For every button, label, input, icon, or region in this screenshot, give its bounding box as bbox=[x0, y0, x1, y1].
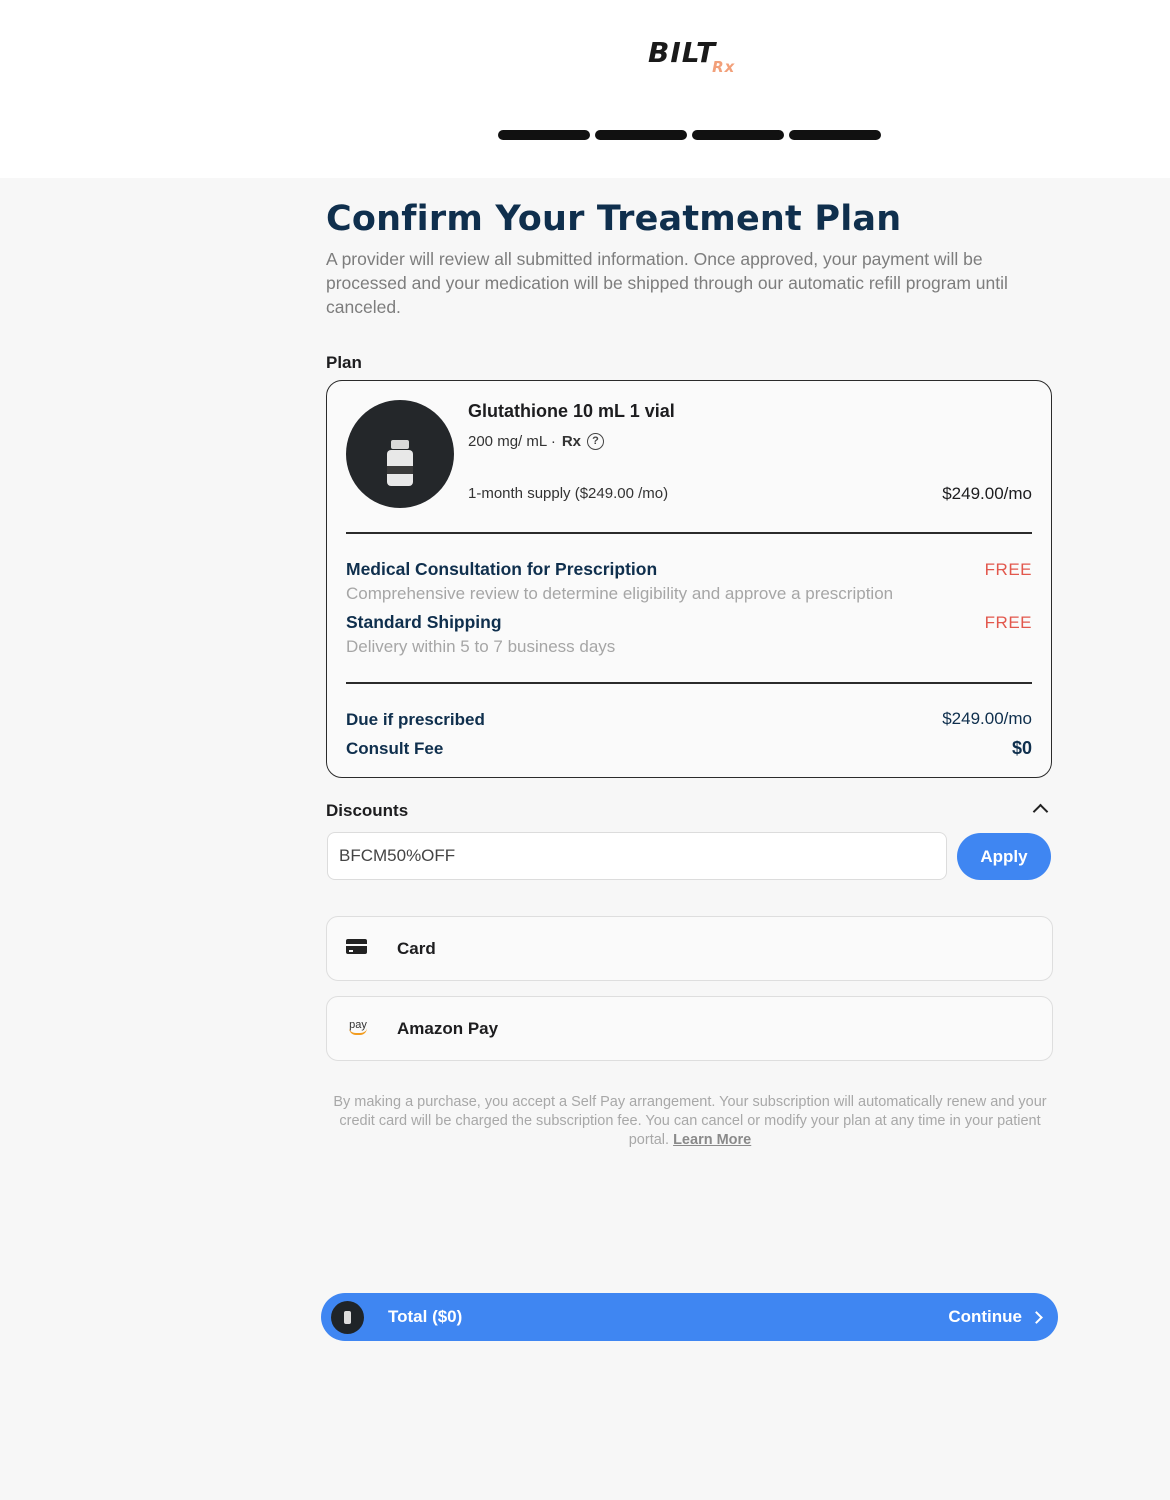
plan-card: Glutathione 10 mL 1 vial 200 mg/ mL · Rx… bbox=[326, 380, 1052, 778]
progress-bar bbox=[498, 130, 881, 140]
credit-card-icon bbox=[346, 939, 367, 954]
apply-button[interactable]: Apply bbox=[957, 833, 1051, 880]
help-icon[interactable]: ? bbox=[587, 433, 604, 450]
progress-step-1 bbox=[498, 130, 590, 140]
progress-step-4 bbox=[789, 130, 881, 140]
learn-more-link[interactable]: Learn More bbox=[673, 1132, 751, 1148]
product-name: Glutathione 10 mL 1 vial bbox=[468, 401, 675, 421]
top-bar: BILTRx bbox=[0, 0, 1170, 178]
logo-text: BILT bbox=[648, 36, 717, 69]
chevron-up-icon[interactable] bbox=[1032, 803, 1049, 820]
product-vial-image bbox=[346, 400, 454, 508]
consult-fee-value: $0 bbox=[1011, 738, 1032, 758]
plan-section-label: Plan bbox=[326, 353, 362, 372]
page-title: Confirm Your Treatment Plan bbox=[326, 199, 902, 239]
consultation-free-badge: FREE bbox=[984, 560, 1032, 579]
product-dose: 200 mg/ mL · Rx ? bbox=[468, 433, 604, 450]
payment-option-label: Amazon Pay bbox=[397, 1019, 499, 1038]
amazon-pay-icon-text: pay bbox=[349, 1019, 367, 1031]
shipping-free-badge: FREE bbox=[984, 613, 1032, 632]
discount-code-input[interactable] bbox=[327, 832, 947, 880]
consultation-description: Comprehensive review to determine eligib… bbox=[346, 584, 894, 603]
shipping-title: Standard Shipping bbox=[346, 612, 502, 632]
page-subtitle: A provider will review all submitted inf… bbox=[326, 249, 1008, 317]
due-label: Due if prescribed bbox=[346, 710, 485, 729]
rx-label: Rx bbox=[561, 433, 581, 450]
discounts-section-label: Discounts bbox=[326, 801, 409, 820]
progress-step-3 bbox=[692, 130, 784, 140]
payment-option-label: Card bbox=[397, 939, 436, 958]
dose-text: 200 mg/ mL · bbox=[468, 433, 556, 450]
product-thumbnail bbox=[331, 1301, 364, 1334]
checkout-bar[interactable]: Total ($0) Continue bbox=[321, 1293, 1058, 1341]
due-value: $249.00/mo bbox=[942, 709, 1032, 728]
divider bbox=[346, 532, 1032, 534]
logo-suffix: Rx bbox=[712, 58, 736, 76]
progress-step-2 bbox=[595, 130, 687, 140]
supply-text: 1-month supply ($249.00 /mo) bbox=[468, 485, 669, 502]
bilt-rx-logo: BILTRx bbox=[648, 36, 739, 76]
continue-button[interactable]: Continue bbox=[948, 1307, 1022, 1327]
shipping-description: Delivery within 5 to 7 business days bbox=[346, 637, 616, 656]
consult-fee-label: Consult Fee bbox=[346, 739, 444, 758]
divider bbox=[346, 682, 1032, 684]
total-label: Total ($0) bbox=[388, 1307, 463, 1326]
payment-option-card[interactable]: Card bbox=[326, 916, 1053, 981]
plan-price: $249.00/mo bbox=[942, 484, 1032, 503]
payment-option-amazon-pay[interactable]: pay Amazon Pay bbox=[326, 996, 1053, 1061]
amazon-pay-icon: pay bbox=[346, 1019, 370, 1035]
disclaimer: By making a purchase, you accept a Self … bbox=[330, 1093, 1050, 1150]
consultation-title: Medical Consultation for Prescription bbox=[346, 559, 658, 579]
page-header: Confirm Your Treatment Plan A provider w… bbox=[326, 195, 1054, 319]
chevron-right-icon bbox=[1030, 1311, 1043, 1324]
